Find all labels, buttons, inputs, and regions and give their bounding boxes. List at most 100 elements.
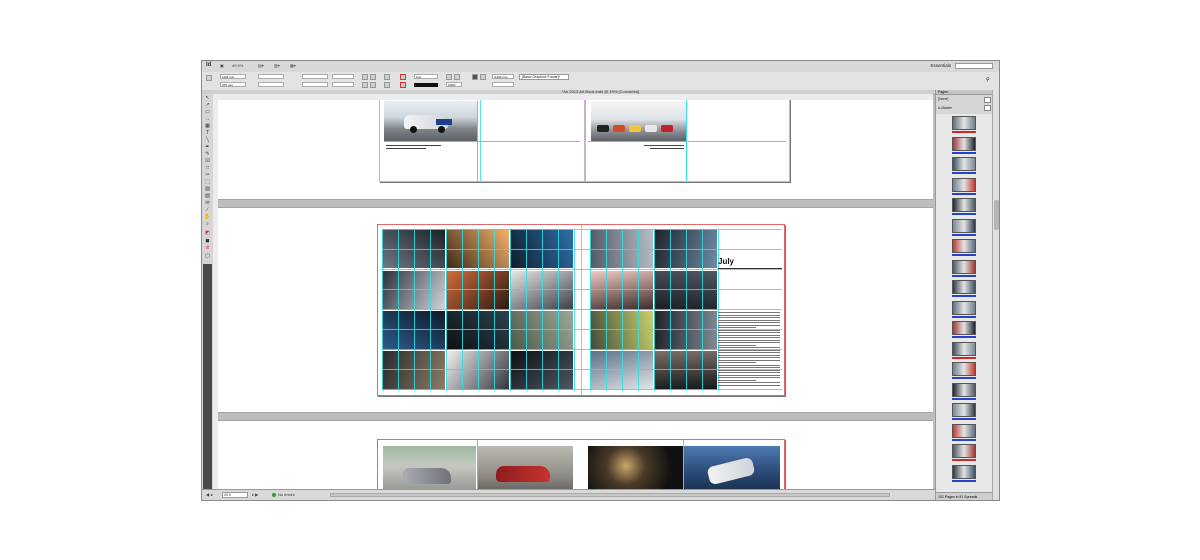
apply-none-icon[interactable]: ⊘	[204, 246, 211, 251]
note-tool-icon[interactable]: ✉	[204, 201, 211, 206]
scissors-tool-icon[interactable]: ✂	[204, 173, 211, 178]
page-thumbnail[interactable]	[952, 321, 976, 335]
height-field[interactable]	[258, 82, 284, 87]
opacity-field[interactable]: 100%	[446, 82, 462, 87]
select-container-icon[interactable]	[384, 74, 390, 80]
page-thumbnail[interactable]	[952, 136, 976, 151]
page-thumbnail[interactable]	[952, 280, 976, 294]
drop-shadow-icon[interactable]	[454, 74, 460, 80]
pencil-tool-icon[interactable]: ✎	[204, 152, 211, 157]
shear-field[interactable]	[332, 82, 354, 87]
vertical-scrollbar[interactable]	[992, 90, 999, 500]
page-thumbnail[interactable]	[952, 198, 976, 212]
offset-field[interactable]: 4.233 mm	[492, 74, 514, 79]
page-thumbnail[interactable]	[952, 362, 976, 376]
page-thumbnail[interactable]	[952, 218, 976, 233]
hand-tool-icon[interactable]: ✋	[204, 215, 211, 220]
rotation-field[interactable]	[332, 74, 354, 79]
effects-icon[interactable]	[446, 74, 452, 80]
gradient-feather-tool-icon[interactable]: ▧	[204, 194, 211, 199]
help-search-input[interactable]	[955, 63, 993, 69]
panel-menu-icon[interactable]: ⚲	[986, 77, 992, 83]
reference-point-icon[interactable]	[206, 75, 212, 81]
wrap-around-icon[interactable]	[480, 74, 486, 80]
rotate-ccw-icon[interactable]	[370, 74, 376, 80]
screen-mode-icon[interactable]: ▥▾	[274, 63, 280, 69]
offset-field-2[interactable]	[492, 82, 514, 87]
zoom-field[interactable]: 49.9	[222, 492, 248, 498]
greeked-text-line	[718, 344, 756, 346]
pen-tool-icon[interactable]: ✒	[204, 145, 211, 150]
document-canvas[interactable]: July	[218, 100, 933, 489]
eyedropper-tool-icon[interactable]: ⁄	[204, 208, 211, 213]
rectangle-frame-tool-icon[interactable]: ☒	[204, 159, 211, 164]
fill-stroke-icon[interactable]: ◩	[204, 231, 211, 236]
type-tool-icon[interactable]: T	[204, 131, 211, 136]
body-text-frame[interactable]	[718, 312, 782, 390]
selection-tool-icon[interactable]: ↖	[204, 96, 211, 101]
pages-panel-tab[interactable]: Pages	[936, 90, 992, 95]
master-none-thumb[interactable]	[984, 97, 991, 103]
line-tool-icon[interactable]: ╲	[204, 138, 211, 143]
greeked-text-line	[718, 377, 780, 378]
gap-tool-icon[interactable]: ↔	[204, 117, 211, 122]
page-thumbnail[interactable]	[952, 157, 976, 171]
width-field[interactable]	[258, 74, 284, 79]
content-collector-icon[interactable]: ▦	[204, 124, 211, 129]
object-style-select[interactable]: [Basic Graphics Frame]+	[519, 74, 569, 80]
guide-v	[462, 229, 463, 391]
page-thumbnail[interactable]	[952, 177, 976, 192]
page-thumbnail[interactable]	[952, 300, 976, 315]
master-a[interactable]: A-Master	[938, 106, 952, 110]
page-tool-icon[interactable]: ▭	[204, 110, 211, 115]
rotate-cw-icon[interactable]	[362, 74, 368, 80]
flip-v-icon[interactable]	[370, 82, 376, 88]
page-nav-icon[interactable]: ◀ ◂	[206, 492, 212, 498]
stroke-type-swatch[interactable]	[414, 83, 438, 87]
rectangle-tool-icon[interactable]: □	[204, 166, 211, 171]
master-none[interactable]: [None]	[938, 97, 948, 101]
spread-top-right[interactable]	[585, 100, 790, 182]
y-field[interactable]: 375 mm	[220, 82, 246, 87]
scale-y-field[interactable]	[302, 82, 328, 87]
spread-bottom[interactable]	[377, 439, 785, 489]
page-next-icon[interactable]: ▸ ▶	[252, 492, 258, 498]
page-thumbnail[interactable]	[952, 239, 976, 253]
zoom-tool-icon[interactable]: ⌕	[204, 222, 211, 227]
stroke-swatch-icon[interactable]	[400, 82, 406, 88]
spread-july[interactable]: July	[377, 224, 785, 396]
direct-selection-tool-icon[interactable]: ↗	[204, 103, 211, 108]
arrange-docs-icon[interactable]: ▦▾	[290, 63, 296, 69]
zoom-level[interactable]: 49.9%	[232, 63, 243, 69]
page-thumbnail[interactable]	[952, 423, 976, 438]
gradient-tool-icon[interactable]: ▨	[204, 187, 211, 192]
page-thumbnail[interactable]	[952, 116, 976, 130]
text-wrap-icon[interactable]	[472, 74, 478, 80]
page-thumbnail[interactable]	[952, 341, 976, 356]
scrollbar-thumb[interactable]	[994, 200, 999, 230]
preflight-status-icon[interactable]	[272, 493, 276, 497]
workspace-switcher[interactable]: Essentials	[930, 62, 951, 69]
screen-mode-tool-icon[interactable]: ▢	[204, 254, 211, 259]
race-car-photo	[384, 101, 477, 141]
pages-thumbnail-list[interactable]	[936, 114, 992, 492]
bridge-icon[interactable]: ▣	[220, 63, 224, 69]
x-field[interactable]: 1104 mm	[220, 74, 246, 79]
flip-h-icon[interactable]	[362, 82, 368, 88]
page-thumbnail[interactable]	[952, 403, 976, 417]
page-thumbnail[interactable]	[952, 444, 976, 458]
scale-x-field[interactable]	[302, 74, 328, 79]
free-transform-tool-icon[interactable]: ⬚	[204, 180, 211, 185]
page-thumbnail[interactable]	[952, 259, 976, 274]
fill-swatch-icon[interactable]	[400, 74, 406, 80]
page-thumbnail[interactable]	[952, 382, 976, 397]
horizontal-scrollbar[interactable]	[330, 493, 890, 497]
apply-color-icon[interactable]: ◼	[204, 239, 211, 244]
view-options-icon[interactable]: ▤▾	[258, 63, 264, 69]
page-thumbnail[interactable]	[952, 464, 976, 479]
guide-h	[384, 141, 580, 142]
spread-top[interactable]	[379, 100, 686, 182]
master-a-thumb[interactable]	[984, 105, 991, 111]
select-content-icon[interactable]	[384, 82, 390, 88]
stroke-weight-field[interactable]: 0 pt	[414, 74, 438, 79]
